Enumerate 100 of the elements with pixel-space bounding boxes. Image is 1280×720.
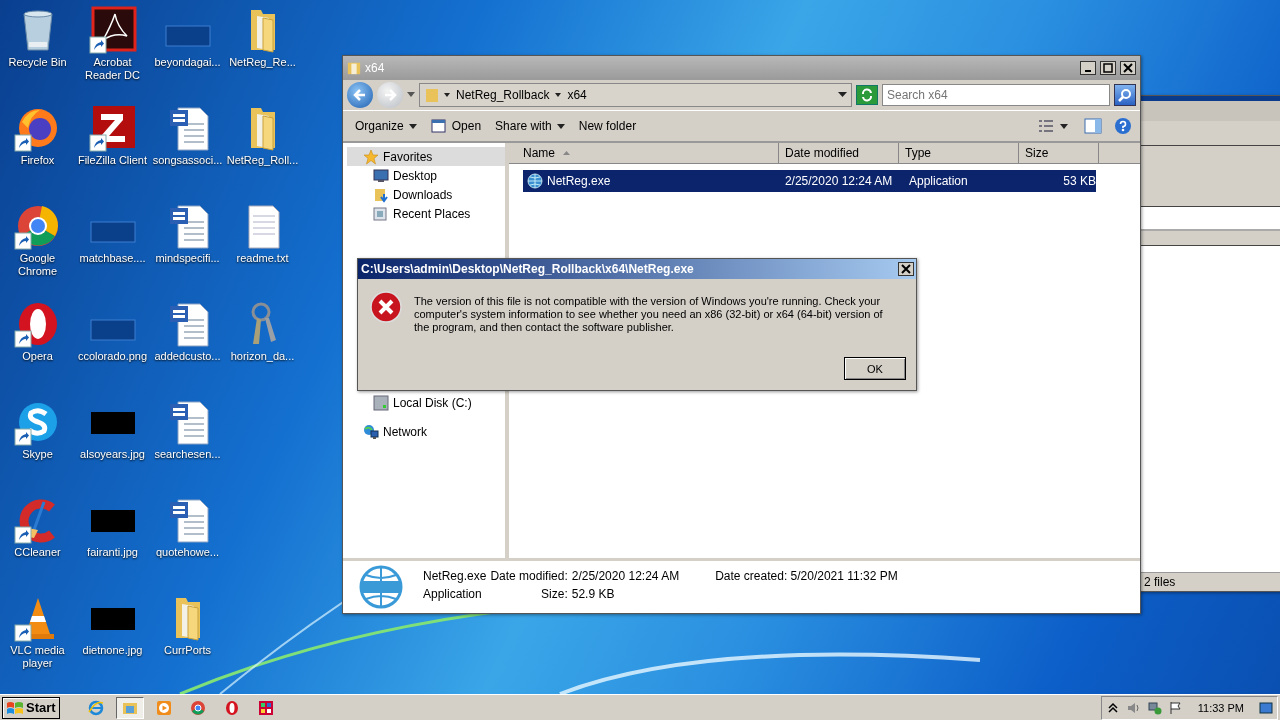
desktop-icon-label: ccolorado.png [77,350,148,363]
close-icon [1123,63,1133,73]
back-button[interactable] [347,82,373,108]
chrome-icon [189,699,206,716]
detail-type: Application [423,587,483,603]
file-size: 53 KB [1062,174,1096,188]
media-icon [155,699,172,716]
opera-icon [223,699,240,716]
breadcrumb-item[interactable]: NetReg_Rollback [454,88,552,102]
network-icon[interactable] [1147,700,1162,715]
nav-item[interactable]: Favorites [347,147,505,166]
desktop-icon-label: searchesen... [154,448,221,461]
file-type: Application [908,174,969,188]
desktop-icon-label: matchbase.... [79,252,146,265]
desktop-icon-label: alsoyears.jpg [80,448,145,461]
error-message: The version of this file is not compatible with the version of Windows you're running. Check your computer's system information to see whether you need an x86 (32-bit) or x64 (64-bit) version of the program, and then contact the software publisher. [414,294,884,335]
toolbar-button[interactable]: Share with [491,117,569,135]
desktop-icon-label: Recycle Bin [8,56,67,69]
preview-pane-icon[interactable] [1084,118,1102,134]
network-icon [363,423,379,440]
desktop-icon-label: CCleaner [14,546,61,559]
nav-item[interactable]: Network [347,422,505,441]
recent-icon [373,205,389,222]
close-button[interactable] [898,262,914,276]
refresh-button[interactable] [856,85,878,105]
maximize-icon [1103,63,1113,73]
toolbar-button[interactable]: New folder [574,117,641,135]
breadcrumb-item[interactable]: x64 [565,88,589,102]
dropdown-caret-icon[interactable] [838,92,847,98]
globe-icon [527,173,543,189]
globe-icon [357,565,405,609]
grid-icon [257,699,274,716]
minimize-icon [1085,70,1091,72]
desktop-icon-label: CurrPorts [163,644,212,657]
desktop-icon [373,167,389,184]
refresh-icon [860,88,874,102]
back-arrow-icon [353,88,367,102]
history-caret-icon[interactable] [407,92,415,98]
desktop-icon-label: NetReg_Roll... [226,154,299,167]
detail-value: 52.9 KB [571,587,616,603]
windows-logo-icon [6,699,24,716]
desktop-icon-label: Firefox [20,154,55,167]
detail-label: Date created: 5/20/2021 11:32 PM [715,569,898,585]
desktop-icon-label: fairanti.jpg [87,546,138,559]
caret-icon[interactable] [555,92,562,98]
desktop-icon-label: mindspecifi... [155,252,220,265]
downloads-icon [373,186,389,203]
nav-item[interactable]: Desktop [347,166,505,185]
caret-icon[interactable] [1060,123,1068,129]
caret-icon [408,123,417,129]
desktop-icon-label: readme.txt [236,252,289,265]
minimize-button[interactable] [1080,61,1096,75]
ok-button[interactable]: OK [844,357,906,380]
flag-icon[interactable] [1168,700,1183,715]
search-icon [1118,88,1132,102]
file-name: NetReg.exe [547,174,611,188]
desktop-icon-label: FileZilla Client [77,154,148,167]
nav-item[interactable]: Recent Places [347,204,505,223]
desktop-icon-label: songsassoci... [152,154,223,167]
desktop-icon-label: beyondagai... [154,56,221,69]
toolbar-button[interactable]: Organize [351,117,421,135]
detail-label: Date modified: [490,569,568,585]
toolbar-button[interactable]: Open [426,116,486,136]
desktop-icon-label: horizon_da... [230,350,295,363]
taskbar-app-button[interactable] [115,696,144,719]
window-title: x64 [365,61,386,75]
clock[interactable]: 11:33 PM [1197,701,1244,714]
desktop-icon-label: Google Chrome [16,252,59,278]
file-date: 2/25/2020 12:24 AM [783,174,894,188]
search-field[interactable]: Search x64 [882,84,1110,106]
search-button[interactable] [1114,84,1136,106]
desktop-icon-label: Acrobat Reader DC [84,56,141,82]
forward-arrow-icon [383,88,397,102]
close-button[interactable] [1120,61,1136,75]
error-icon [370,291,402,323]
caret-icon [556,123,565,129]
start-button[interactable]: Start [2,696,60,719]
desktop-icon-label: NetReg_Re... [229,56,296,69]
caret-icon[interactable] [444,92,450,98]
nav-item[interactable]: Downloads [347,185,505,204]
desktop-icon-label: Opera [22,350,53,363]
desktop-filezilla-icon[interactable] [88,104,137,152]
star-icon [363,148,379,165]
folder-icon [424,87,440,103]
desktop-icon-label: dietnone.jpg [82,644,143,657]
maximize-button[interactable] [1100,61,1116,75]
detail-label: Size: [540,587,568,603]
desktop-icon-label: Skype [22,448,53,461]
file-row[interactable]: NetReg.exe 2/25/2020 12:24 AM Application 53 KB [523,170,1096,192]
help-icon[interactable] [1114,117,1132,135]
desktop-acrobat-icon[interactable] [88,6,137,54]
show-desktop-icon[interactable] [1259,700,1273,715]
desktop-icon-label: VLC media player [9,644,66,670]
window-icon [430,118,447,134]
address-bar[interactable]: NetReg_Rollback x64 [419,83,852,107]
nav-item[interactable]: Local Disk (C:) [347,393,505,412]
desktop-icon-label: quotehowe... [156,546,219,559]
ie-icon [87,699,104,716]
view-list-icon[interactable] [1038,119,1054,133]
folder-icon [347,60,361,76]
